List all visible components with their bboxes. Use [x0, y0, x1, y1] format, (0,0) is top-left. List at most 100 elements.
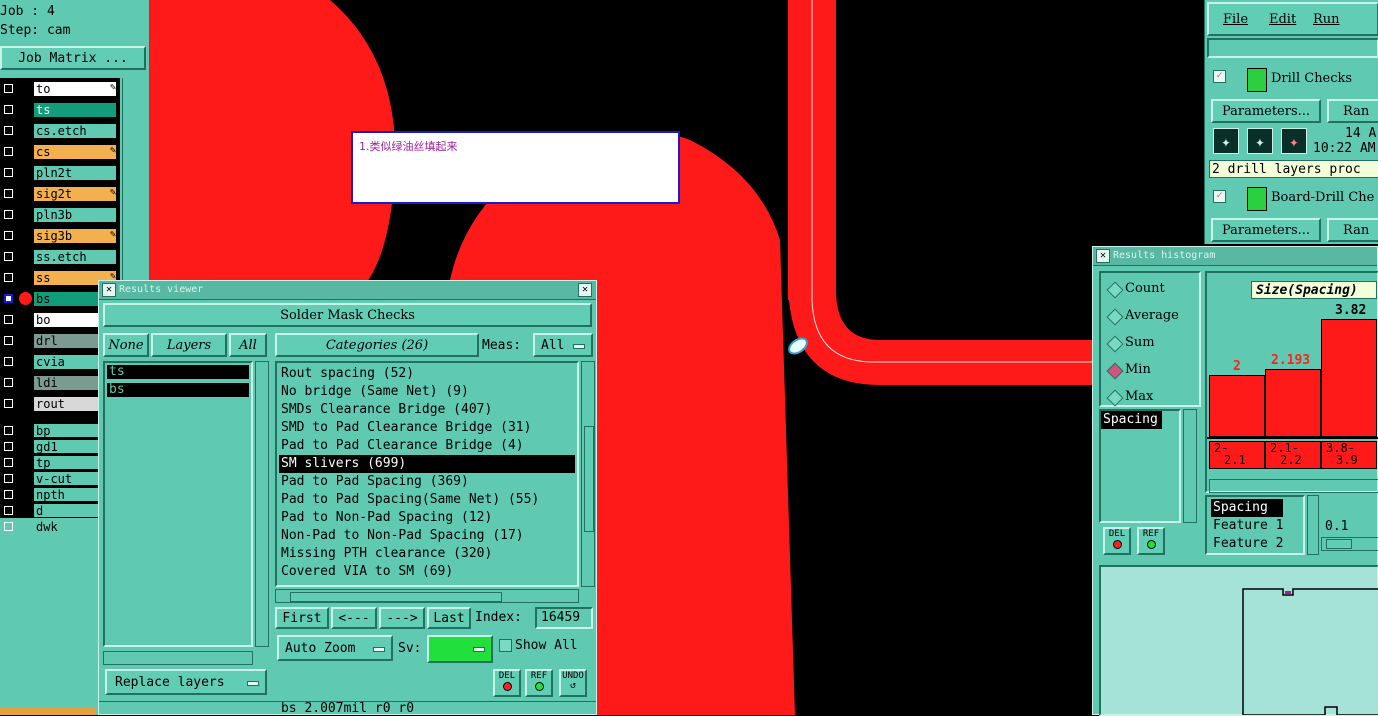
viewer-layer-hscroll[interactable] — [103, 651, 253, 665]
meas-dropdown[interactable]: All — [533, 333, 593, 357]
layer-checkbox[interactable] — [4, 294, 13, 303]
results-viewer-titlebar[interactable]: ✕ Results viewer ✕ — [99, 281, 596, 300]
category-item[interactable]: Rout spacing (52) — [279, 365, 575, 383]
category-item[interactable]: Covered VIA to SM (69) — [279, 563, 575, 581]
viewer-layer-list[interactable]: ts bs — [103, 361, 253, 647]
threshold-slider[interactable] — [1321, 537, 1378, 551]
field-item-spacing[interactable]: Spacing — [1101, 411, 1162, 429]
hist-ref-button[interactable]: REF — [1137, 527, 1165, 555]
category-item[interactable]: Pad to Pad Spacing (369) — [279, 473, 575, 491]
histogram-bar[interactable] — [1209, 375, 1265, 437]
layer-checkbox[interactable] — [4, 458, 13, 467]
layer-row-to[interactable]: to ✎ — [0, 80, 118, 98]
layer-checkbox[interactable] — [4, 442, 13, 451]
ref-button[interactable]: REF — [525, 669, 553, 697]
category-item[interactable]: Pad to Pad Clearance Bridge (4) — [279, 437, 575, 455]
category-item[interactable]: SM slivers (699) — [279, 455, 575, 473]
layer-checkbox[interactable] — [4, 336, 13, 345]
job-matrix-button[interactable]: Job Matrix ... — [0, 46, 146, 70]
layer-row-cs.etch[interactable]: cs.etch — [0, 122, 118, 140]
layer-checkbox[interactable] — [4, 474, 13, 483]
index-input[interactable]: 16459 — [535, 607, 593, 629]
layer-checkbox[interactable] — [4, 506, 13, 515]
category-item[interactable]: SMD to Pad Clearance Bridge (31) — [279, 419, 575, 437]
feature-list[interactable]: Spacing Feature 1 Feature 2 — [1205, 495, 1305, 555]
category-list[interactable]: Rout spacing (52) No bridge (Same Net) (9… — [275, 361, 579, 587]
layer-checkbox[interactable] — [4, 378, 13, 387]
layer-checkbox[interactable] — [4, 357, 13, 366]
runner-icon[interactable]: ✦ — [1281, 128, 1307, 154]
layer-checkbox[interactable] — [4, 126, 13, 135]
layer-checkbox[interactable] — [4, 231, 13, 240]
layer-row-pln2t[interactable]: pln2t — [0, 164, 118, 182]
board-drill-parameters-button[interactable]: Parameters... — [1211, 218, 1321, 242]
layer-checkbox[interactable] — [4, 210, 13, 219]
viewer-layer-vscroll[interactable] — [255, 361, 269, 647]
layer-checkbox[interactable] — [4, 252, 13, 261]
drill-checks-parameters-button[interactable]: Parameters... — [1211, 99, 1321, 123]
auto-zoom-dropdown[interactable]: Auto Zoom — [277, 635, 393, 661]
layer-checkbox[interactable] — [4, 273, 13, 282]
feature-item[interactable]: Feature 2 — [1211, 535, 1283, 553]
layer-checkbox[interactable] — [4, 522, 13, 531]
mode-radio-min[interactable] — [1106, 362, 1124, 380]
window-menu-icon[interactable]: ✕ — [1096, 249, 1110, 263]
layer-row-sig2t[interactable]: sig2t ✎ — [0, 185, 118, 203]
feature-vscroll[interactable] — [1307, 495, 1319, 555]
mode-radio-average[interactable] — [1106, 308, 1124, 326]
threshold-slider-thumb[interactable] — [1326, 539, 1352, 549]
last-button[interactable]: Last — [427, 607, 471, 629]
del-button[interactable]: DEL — [493, 669, 521, 697]
hist-del-button[interactable]: DEL — [1103, 527, 1131, 555]
layer-row-pln3b[interactable]: pln3b — [0, 206, 118, 224]
viewer-layer-item[interactable]: ts — [107, 365, 249, 379]
layer-checkbox[interactable] — [4, 105, 13, 114]
none-button[interactable]: None — [103, 333, 149, 357]
board-drill-run-button[interactable]: Ran — [1327, 218, 1378, 242]
category-vscroll-thumb[interactable] — [584, 426, 594, 532]
first-button[interactable]: First — [275, 607, 329, 629]
drill-checks-run-button[interactable]: Ran — [1327, 99, 1378, 123]
layer-row-cs[interactable]: cs ✎ — [0, 143, 118, 161]
sv-color-dropdown[interactable] — [427, 635, 493, 663]
category-vscroll[interactable] — [581, 361, 595, 587]
layer-row-ss.etch[interactable]: ss.etch — [0, 248, 118, 266]
histogram-field-vscroll[interactable] — [1183, 409, 1197, 523]
window-menu-icon[interactable]: ✕ — [102, 283, 116, 297]
category-item[interactable]: SMDs Clearance Bridge (407) — [279, 401, 575, 419]
mode-radio-count[interactable] — [1106, 281, 1124, 299]
category-hscroll-thumb[interactable] — [290, 592, 502, 602]
categories-button[interactable]: Categories (26) — [275, 333, 479, 357]
board-drill-checkbox[interactable]: ✓ — [1213, 190, 1226, 203]
feature-item[interactable]: Spacing — [1211, 499, 1284, 517]
results-histogram-titlebar[interactable]: ✕ Results histogram — [1093, 247, 1377, 266]
viewer-layer-item[interactable]: bs — [107, 383, 249, 397]
category-item[interactable]: Non-Pad to Non-Pad Spacing (17) — [279, 527, 575, 545]
histogram-hscroll[interactable] — [1209, 479, 1378, 493]
category-item[interactable]: Missing PTH clearance (320) — [279, 545, 575, 563]
layer-checkbox[interactable] — [4, 426, 13, 435]
show-all-checkbox[interactable] — [499, 639, 512, 652]
category-item[interactable]: Pad to Pad Spacing(Same Net) (55) — [279, 491, 575, 509]
layer-checkbox[interactable] — [4, 147, 13, 156]
note-box[interactable]: 1.类似绿油丝填起来 — [351, 131, 680, 204]
layers-button[interactable]: Layers — [151, 333, 227, 357]
run-menu[interactable]: Run — [1313, 12, 1340, 27]
category-item[interactable]: No bridge (Same Net) (9) — [279, 383, 575, 401]
layer-checkbox[interactable] — [4, 189, 13, 198]
feature-item[interactable]: Feature 1 — [1211, 517, 1283, 535]
layer-row-ts[interactable]: ts — [0, 101, 118, 119]
next-button[interactable]: ---> — [379, 607, 425, 629]
layer-row-sig3b[interactable]: sig3b ✎ — [0, 227, 118, 245]
undo-button[interactable]: UNDO ↺ — [559, 669, 587, 697]
mode-radio-max[interactable] — [1106, 389, 1124, 407]
drill-checks-checkbox[interactable]: ✓ — [1213, 70, 1226, 83]
all-layers-button[interactable]: All — [229, 333, 267, 357]
runner-icon[interactable]: ✦ — [1247, 128, 1273, 154]
layer-checkbox[interactable] — [4, 315, 13, 324]
layer-checkbox[interactable] — [4, 399, 13, 408]
histogram-field-list[interactable]: Spacing — [1099, 409, 1181, 523]
category-hscroll[interactable] — [275, 589, 579, 603]
histogram-bar[interactable] — [1265, 369, 1321, 437]
layer-checkbox[interactable] — [4, 168, 13, 177]
